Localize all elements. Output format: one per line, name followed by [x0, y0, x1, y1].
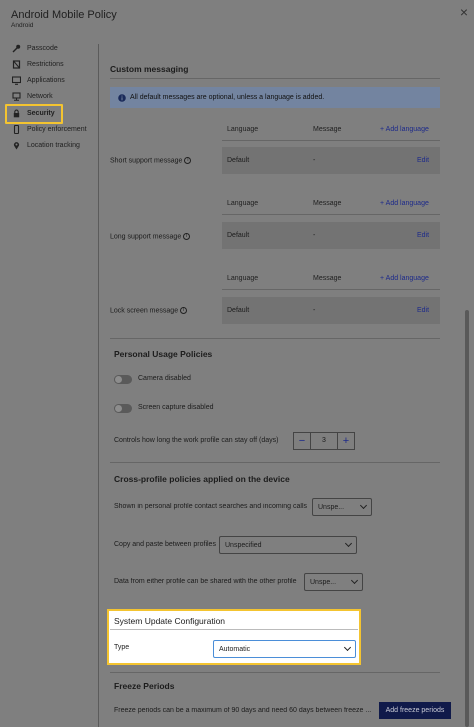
phone-icon: [12, 125, 21, 134]
security-highlight: [5, 104, 63, 124]
scrollbar-thumb[interactable]: [465, 310, 469, 727]
stepper-value[interactable]: 3: [310, 433, 338, 449]
chevron-down-icon: [359, 501, 368, 510]
cell-message: -: [313, 232, 316, 239]
data-share-label: Data from either profile can be shared w…: [114, 578, 297, 585]
sidebar-item-restrictions[interactable]: Restrictions: [0, 57, 98, 72]
sidebar-item-label: Restrictions: [27, 61, 64, 68]
short-support-message-label: Short support message i: [110, 157, 192, 164]
chevron-down-icon: [344, 539, 353, 548]
section-divider: [110, 462, 440, 463]
info-circle-icon[interactable]: i: [180, 307, 188, 314]
sidebar-item-label: Passcode: [27, 45, 58, 52]
edit-button[interactable]: Edit: [417, 157, 429, 164]
work-profile-off-label: Controls how long the work profile can s…: [114, 437, 279, 444]
work-profile-off-stepper[interactable]: − 3 +: [293, 432, 355, 450]
location-pin-icon: [12, 141, 21, 150]
toggle-knob: [115, 405, 122, 412]
column-header-language: Language: [227, 126, 259, 133]
camera-disabled-label: Camera disabled: [138, 375, 191, 382]
edit-button[interactable]: Edit: [417, 307, 429, 314]
info-banner: All default messages are optional, unles…: [110, 87, 440, 108]
table-header-divider: [222, 289, 440, 290]
cell-language: Default: [227, 157, 250, 164]
data-share-select[interactable]: Unspe...: [304, 573, 363, 591]
system-update-type-label: Type: [114, 644, 130, 651]
section-title-personal-usage: Personal Usage Policies: [114, 349, 213, 359]
restrictions-icon: [12, 60, 21, 69]
sidebar-item-label: Policy enforcement: [27, 126, 87, 133]
add-freeze-periods-button[interactable]: Add freeze periods: [379, 702, 451, 719]
sidebar-item-passcode[interactable]: Passcode: [0, 41, 98, 56]
chevron-down-icon: [343, 643, 352, 652]
decrement-button[interactable]: −: [294, 433, 310, 449]
sidebar-item-location-tracking[interactable]: Location tracking: [0, 138, 98, 153]
screen-capture-disabled-toggle[interactable]: [114, 404, 132, 413]
info-circle-icon[interactable]: i: [184, 157, 192, 164]
sidebar-item-label: Location tracking: [27, 142, 80, 149]
column-header-message: Message: [313, 200, 342, 207]
cell-message: -: [313, 157, 316, 164]
section-divider: [110, 629, 358, 630]
info-icon: [118, 93, 126, 102]
section-divider: [110, 78, 440, 79]
section-title-freeze-periods: Freeze Periods: [114, 681, 175, 691]
monitor-icon: [12, 76, 21, 85]
add-language-button[interactable]: + Add language: [380, 275, 429, 282]
table-header-divider: [222, 214, 440, 215]
long-support-message-label: Long support message i: [110, 233, 191, 240]
close-icon[interactable]: ×: [460, 4, 468, 20]
chevron-down-icon: [350, 576, 359, 585]
page-subtitle: Android: [11, 22, 34, 29]
sidebar-item-policy-enforcement[interactable]: Policy enforcement: [0, 122, 98, 137]
sidebar-item-applications[interactable]: Applications: [0, 73, 98, 88]
sidebar-item-network[interactable]: Network: [0, 89, 98, 104]
freeze-periods-description: Freeze periods can be a maximum of 90 da…: [114, 707, 372, 714]
toggle-knob: [115, 376, 122, 383]
section-divider: [110, 672, 440, 673]
system-update-type-select[interactable]: Automatic: [213, 640, 356, 658]
increment-button[interactable]: +: [338, 433, 354, 449]
add-language-button[interactable]: + Add language: [380, 200, 429, 207]
section-title-system-update: System Update Configuration: [114, 616, 226, 626]
contact-search-label: Shown in personal profile contact search…: [114, 503, 307, 510]
info-circle-icon[interactable]: i: [183, 233, 191, 240]
table-row: [222, 222, 440, 249]
table-row: [222, 147, 440, 174]
page-title: Android Mobile Policy: [11, 9, 117, 21]
screen-capture-disabled-label: Screen capture disabled: [138, 404, 214, 411]
cell-language: Default: [227, 232, 250, 239]
section-title-custom-messaging: Custom messaging: [110, 64, 189, 74]
contact-search-select[interactable]: Unspe...: [312, 498, 372, 516]
table-row: [222, 297, 440, 324]
section-divider: [110, 338, 440, 339]
copy-paste-select[interactable]: Unspecified: [219, 536, 357, 554]
key-icon: [12, 44, 21, 53]
section-title-cross-profile: Cross-profile policies applied on the de…: [114, 474, 290, 484]
add-language-button[interactable]: + Add language: [380, 126, 429, 133]
column-header-message: Message: [313, 275, 342, 282]
column-header-message: Message: [313, 126, 342, 133]
info-banner-text: All default messages are optional, unles…: [130, 94, 325, 101]
column-header-language: Language: [227, 200, 259, 207]
column-header-language: Language: [227, 275, 259, 282]
table-header-divider: [222, 140, 440, 141]
sidebar-divider: [98, 44, 99, 727]
copy-paste-label: Copy and paste between profiles: [114, 541, 216, 548]
cell-language: Default: [227, 307, 250, 314]
sidebar: Passcode Restrictions Applications Netwo…: [0, 40, 98, 727]
sidebar-item-label: Network: [27, 93, 53, 100]
lock-screen-message-label: Lock screen message i: [110, 307, 188, 314]
network-icon: [12, 92, 21, 101]
camera-disabled-toggle[interactable]: [114, 375, 132, 384]
edit-button[interactable]: Edit: [417, 232, 429, 239]
sidebar-item-label: Applications: [27, 77, 65, 84]
cell-message: -: [313, 307, 316, 314]
